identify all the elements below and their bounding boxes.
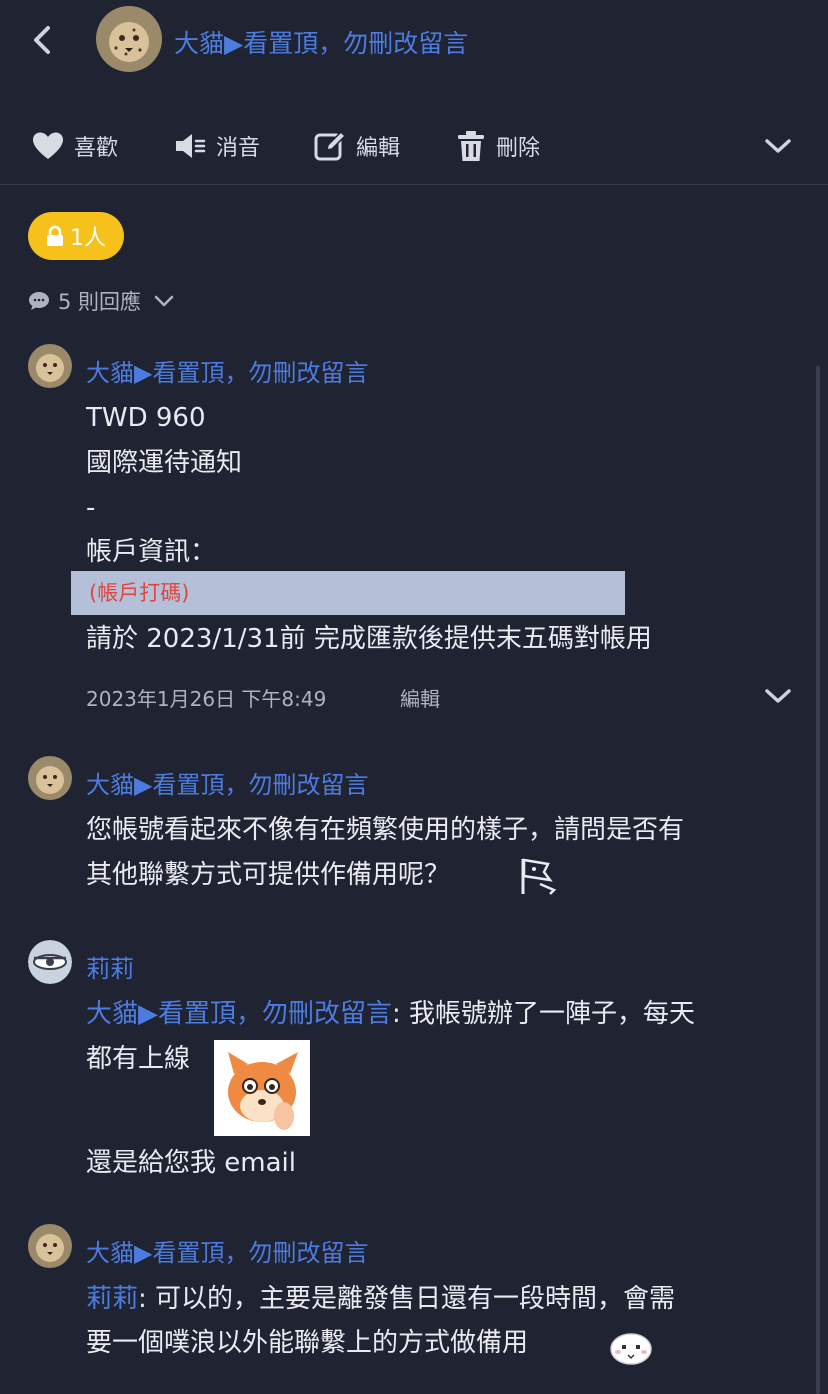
like-button[interactable]: 喜歡 <box>32 130 118 162</box>
chevron-down-icon <box>765 689 791 703</box>
more-options-button[interactable] <box>764 136 792 160</box>
delete-button[interactable]: 刪除 <box>456 130 540 162</box>
like-label: 喜歡 <box>74 136 119 161</box>
reply-line: 國際運待通知 <box>86 448 243 478</box>
mute-button[interactable]: 消音 <box>174 130 260 162</box>
reply-author[interactable]: 大貓▶看置頂，勿刪改留言 <box>86 353 368 388</box>
reply-text: : 可以的，主要是離發售日還有一段時間，會需 <box>138 1284 676 1314</box>
chevron-down-icon <box>765 139 791 153</box>
reply-author[interactable]: 大貓▶看置頂，勿刪改留言 <box>86 1233 368 1268</box>
reply-line: 要一個噗浪以外能聯繫上的方式做備用 <box>86 1328 529 1358</box>
reply-avatar[interactable] <box>28 940 72 984</box>
redacted-image: (帳戶打碼) <box>71 571 625 615</box>
mention-link[interactable]: 大貓▶看置頂，勿刪改留言 <box>86 999 392 1029</box>
lock-icon <box>47 225 63 246</box>
toolbar-divider <box>0 184 828 185</box>
scrollbar[interactable] <box>816 366 820 1394</box>
page-title: 大貓▶看置頂，勿刪改留言 <box>174 29 469 58</box>
heart-icon <box>33 132 63 159</box>
mention-link[interactable]: 莉莉 <box>86 1284 138 1314</box>
avatar[interactable] <box>96 6 162 72</box>
chevron-left-icon <box>34 26 50 54</box>
fox-sticker-icon[interactable] <box>214 1040 310 1136</box>
blob-emoticon-icon <box>608 1328 654 1370</box>
edit-icon <box>314 130 346 161</box>
reply-count-toggle[interactable]: 5 則回應 <box>28 286 175 316</box>
privacy-badge-label: 1人 <box>70 226 106 251</box>
edit-button[interactable]: 編輯 <box>314 130 400 162</box>
reply-edit-link[interactable]: 編輯 <box>400 683 440 712</box>
delete-label: 刪除 <box>496 136 541 161</box>
reply-line: 其他聯繫方式可提供作備用呢？ <box>86 860 451 890</box>
privacy-badge[interactable]: 1人 <box>28 212 124 260</box>
reply-count-label: 5 則回應 <box>58 290 142 314</box>
reply-avatar[interactable] <box>28 1224 72 1268</box>
speaker-mute-icon <box>176 134 206 158</box>
reply-line: - <box>86 493 96 523</box>
reply-options-button[interactable] <box>764 686 792 710</box>
reply-line: 大貓▶看置頂，勿刪改留言: 我帳號辦了一陣子，每天 <box>86 992 695 1036</box>
trash-icon <box>458 131 484 161</box>
edit-label: 編輯 <box>356 136 401 161</box>
reply-line: 請於 2023/1/31前 完成匯款後提供末五碼對帳用 <box>86 624 652 654</box>
reply-line: 都有上線 <box>86 1044 191 1074</box>
reply-text: : 我帳號辦了一陣子，每天 <box>392 999 696 1029</box>
reply-avatar[interactable] <box>28 344 72 388</box>
reply-timestamp: 2023年1月26日 下午8:49 <box>86 687 327 711</box>
reply-line: 還是給您我 email <box>86 1148 296 1178</box>
reply-line: TWD 960 <box>86 403 206 433</box>
reply-line: 帳戶資訊： <box>86 537 217 567</box>
reply-avatar[interactable] <box>28 756 72 800</box>
reply-author[interactable]: 大貓▶看置頂，勿刪改留言 <box>86 765 368 800</box>
reply-line: 您帳號看起來不像有在頻繁使用的樣子，請問是否有 <box>86 815 685 845</box>
chevron-down-icon <box>154 295 174 307</box>
flag-emoticon-icon <box>518 856 560 900</box>
reply-line: 莉莉: 可以的，主要是離發售日還有一段時間，會需 <box>86 1277 675 1321</box>
mute-label: 消音 <box>216 136 261 161</box>
back-button[interactable] <box>28 22 58 58</box>
comment-icon <box>29 292 49 310</box>
reply-author[interactable]: 莉莉 <box>86 949 134 984</box>
